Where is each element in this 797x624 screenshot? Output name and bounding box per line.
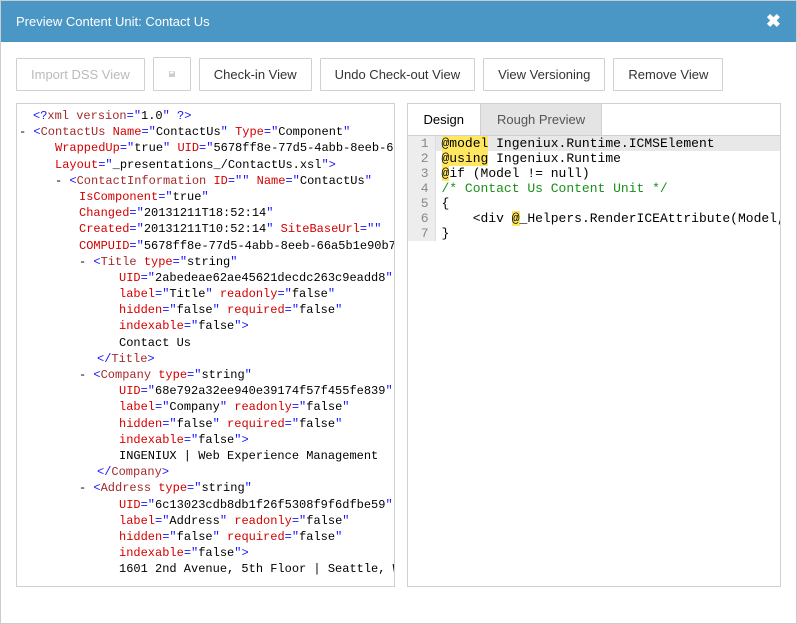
dialog-title: Preview Content Unit: Contact Us [16, 14, 210, 29]
save-icon [168, 66, 176, 82]
content-area: <?xml version="1.0" ?> - <ContactUs Name… [1, 103, 796, 602]
code-tabs: Design Rough Preview [408, 104, 781, 136]
dialog-header: Preview Content Unit: Contact Us ✖ [1, 1, 796, 42]
toolbar: Import DSS View Check-in View Undo Check… [1, 42, 796, 103]
tab-rough-preview[interactable]: Rough Preview [481, 104, 602, 135]
code-editor[interactable]: 1@model Ingeniux.Runtime.ICMSElement 2@u… [408, 136, 781, 586]
close-icon[interactable]: ✖ [766, 11, 781, 32]
save-button [153, 57, 191, 91]
checkin-view-button[interactable]: Check-in View [199, 58, 312, 91]
tab-design[interactable]: Design [408, 104, 481, 135]
remove-view-button[interactable]: Remove View [613, 58, 723, 91]
xml-view-panel[interactable]: <?xml version="1.0" ?> - <ContactUs Name… [16, 103, 395, 587]
view-versioning-button[interactable]: View Versioning [483, 58, 605, 91]
code-view-panel: Design Rough Preview 1@model Ingeniux.Ru… [407, 103, 782, 587]
undo-checkout-view-button[interactable]: Undo Check-out View [320, 58, 476, 91]
import-dss-view-button: Import DSS View [16, 58, 145, 91]
